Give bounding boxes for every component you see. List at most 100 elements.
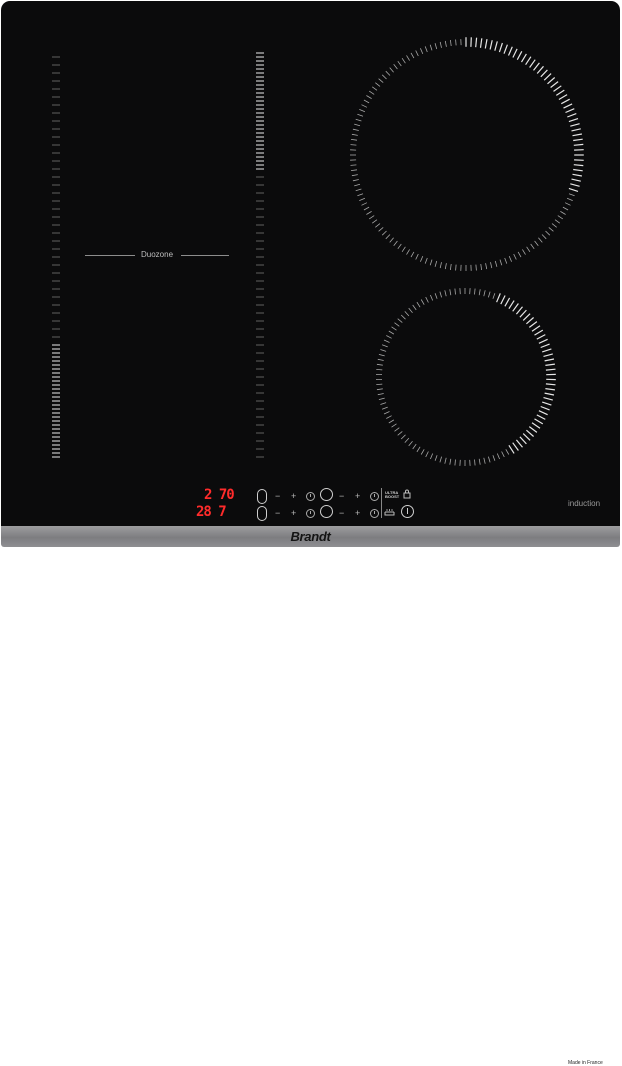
glass-surface: Duozone induction 2 70 28 7 − + − + ULTR…: [1, 1, 620, 527]
zone-tick: [379, 79, 384, 83]
zone-tick: [435, 293, 437, 299]
zone-tick: [526, 318, 533, 324]
zone-tick: [484, 290, 485, 296]
zone-tick: [376, 369, 382, 370]
zone-tick: [401, 315, 405, 319]
zone-tick: [409, 308, 413, 313]
zone-tick: [440, 262, 441, 268]
zone-tick: [450, 459, 451, 465]
zone-tick: [430, 454, 432, 460]
zone-tick: [354, 124, 360, 126]
zone-tick: [500, 260, 502, 266]
zone-select-bottom-left-button[interactable]: [257, 506, 267, 521]
zone-select-top-left-button[interactable]: [257, 489, 267, 504]
made-in-label: Made in France: [568, 1060, 603, 1066]
zone-tick: [548, 78, 555, 84]
zone-tick: [523, 314, 530, 321]
lock-icon[interactable]: [403, 489, 411, 499]
zone-tick: [398, 61, 402, 66]
zone-select-bottom-right-button[interactable]: [320, 505, 333, 518]
zone-tick: [505, 258, 507, 264]
zone-tick: [377, 364, 383, 365]
zone-tick: [435, 43, 437, 49]
zone-tick: [552, 224, 557, 228]
zone-tick: [353, 129, 359, 130]
ultra-boost-button[interactable]: ULTRA BOOST: [385, 491, 399, 499]
zone-tick: [407, 55, 410, 60]
minus-button-bottom-2[interactable]: −: [339, 508, 344, 518]
plus-button-bottom-1[interactable]: +: [291, 508, 296, 518]
zone-tick: [362, 105, 367, 108]
control-divider: [381, 488, 382, 518]
zone-tick: [362, 203, 367, 206]
zone-tick: [539, 339, 548, 343]
zone-tick: [555, 220, 560, 224]
boost-label: BOOST: [385, 495, 399, 499]
minus-button-top-2[interactable]: −: [339, 491, 344, 501]
zone-select-top-right-button[interactable]: [320, 488, 333, 501]
zone-tick: [544, 398, 553, 401]
zone-tick: [563, 207, 568, 210]
zone-tick: [413, 305, 417, 310]
zone-tick: [559, 95, 567, 100]
zone-tick: [413, 444, 417, 449]
zone-tick: [502, 452, 505, 457]
zone-tick: [386, 235, 390, 239]
zone-tick: [522, 54, 527, 62]
large-zone-ring: [350, 37, 584, 271]
zone-tick: [445, 290, 446, 296]
zone-tick: [376, 384, 382, 385]
zone-tick: [545, 359, 554, 361]
zone-tick: [475, 460, 476, 466]
timer-clock-icon[interactable]: [370, 509, 379, 518]
zone-tick: [369, 216, 374, 219]
zone-tick: [366, 211, 371, 214]
zone-tick: [538, 238, 542, 243]
zone-tick: [561, 99, 569, 104]
zone-tick: [382, 75, 386, 79]
zone-tick: [426, 297, 429, 302]
zone-tick: [532, 423, 540, 429]
zone-tick: [537, 415, 546, 420]
zone-tick: [529, 427, 537, 433]
plus-button-bottom-2[interactable]: +: [355, 508, 360, 518]
zone-tick: [395, 323, 400, 327]
timer-clock-icon[interactable]: [306, 509, 315, 518]
zone-tick: [445, 458, 446, 464]
duozone-label: Duozone: [141, 250, 173, 259]
timer-clock-icon[interactable]: [370, 492, 379, 501]
zone-tick: [456, 265, 457, 271]
zone-tick: [430, 260, 432, 266]
plus-button-top-1[interactable]: +: [291, 491, 296, 501]
brand-logo: Brandt: [1, 529, 620, 544]
zone-tick: [570, 124, 579, 127]
zone-tick: [573, 139, 583, 140]
zone-tick: [541, 407, 550, 410]
plus-button-top-2[interactable]: +: [355, 491, 360, 501]
induction-label: induction: [568, 499, 600, 508]
zone-tick: [421, 300, 424, 305]
minus-button-top-1[interactable]: −: [275, 491, 280, 501]
pan-icon[interactable]: [384, 508, 395, 517]
zone-tick: [493, 293, 495, 299]
minus-button-bottom-1[interactable]: −: [275, 508, 280, 518]
zone-tick: [554, 86, 562, 92]
zone-tick: [488, 292, 490, 298]
timer-clock-icon[interactable]: [306, 492, 315, 501]
zone-tick: [401, 435, 405, 439]
zone-tick: [574, 165, 584, 166]
zone-tick: [484, 458, 485, 464]
zone-tick: [386, 416, 391, 419]
zone-tick: [518, 252, 521, 257]
zone-tick: [567, 114, 576, 117]
zone-tick: [481, 38, 482, 48]
zone-tick: [392, 327, 397, 330]
zone-tick: [384, 340, 390, 343]
zone-tick: [551, 82, 559, 88]
zone-tick: [390, 68, 394, 73]
power-button[interactable]: [401, 505, 414, 518]
zone-tick: [450, 289, 451, 295]
zone-tick: [450, 264, 451, 270]
zone-tick: [546, 384, 556, 385]
zone-tick: [402, 58, 405, 63]
